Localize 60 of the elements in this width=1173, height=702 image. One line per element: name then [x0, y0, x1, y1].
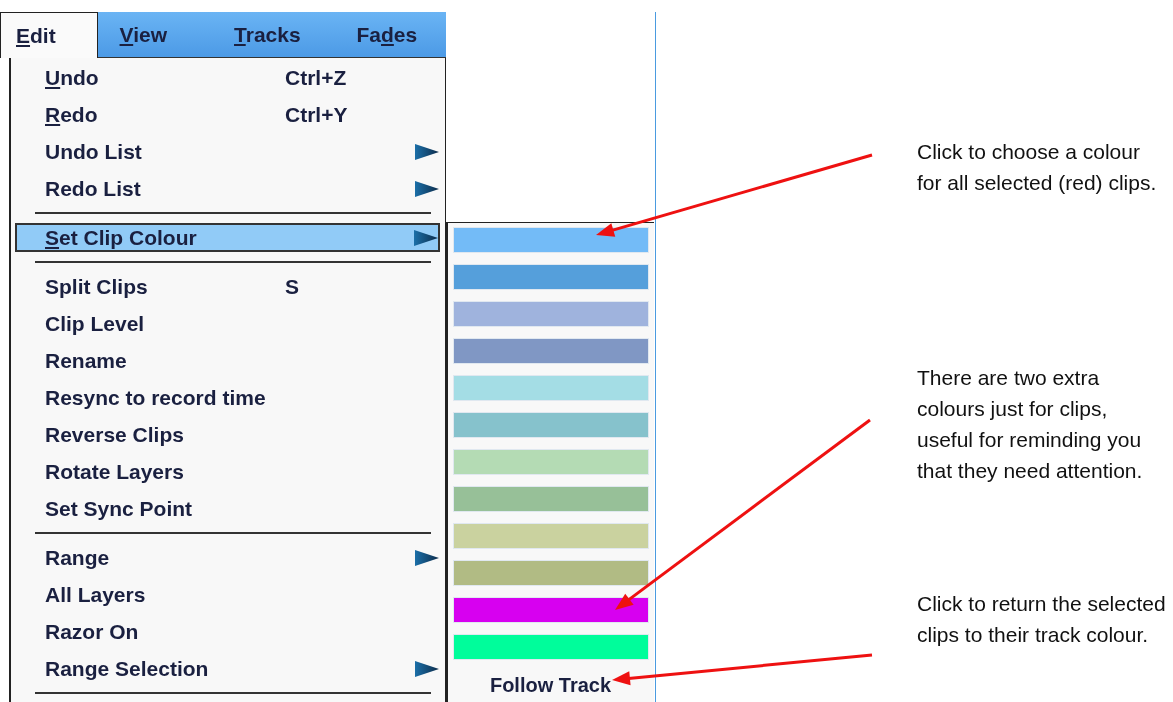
colour-swatch[interactable] — [453, 560, 649, 586]
menu-item-label: Undo List — [45, 139, 142, 164]
submenu-arrow-icon — [415, 660, 439, 677]
menu-item[interactable]: Reverse Clips — [11, 416, 445, 453]
menu-item-label: All Layers — [45, 582, 146, 607]
menu-item-label: Split Clips — [45, 274, 148, 299]
menu-item-label: Razor On — [45, 619, 139, 644]
shortcut-label: Ctrl+Z — [285, 65, 347, 90]
menu-item-label: Range Selection — [45, 656, 209, 681]
menu-item-label: Undo — [45, 65, 99, 90]
menu-item-label: Set Sync Point — [45, 496, 193, 521]
menu-item-label: Rotate Layers — [45, 459, 184, 484]
menu-item[interactable]: Split Clips S — [11, 268, 445, 305]
menu-item-label: Reverse Clips — [45, 422, 184, 447]
colour-swatch[interactable] — [453, 634, 649, 660]
menu-item[interactable]: Razor On — [11, 613, 445, 650]
colour-swatch[interactable] — [453, 264, 649, 290]
colour-swatch[interactable] — [453, 338, 649, 364]
menu-item-label: Redo List — [45, 176, 141, 201]
colour-swatch[interactable] — [453, 227, 649, 253]
follow-track-button[interactable]: Follow Track — [453, 673, 648, 698]
menu-item[interactable]: Undo List — [11, 133, 445, 170]
annotation-text: Click to choose a colour for all selected (red) clips. — [917, 139, 1158, 196]
menu-item[interactable]: Redo List — [11, 170, 445, 207]
colour-swatch[interactable] — [453, 301, 649, 327]
menu-item[interactable]: All Layers — [11, 576, 445, 613]
menu-tab[interactable]: Fades — [326, 12, 446, 57]
menu-item[interactable]: Rotate Layers — [11, 453, 445, 490]
menu-item[interactable]: Range — [11, 539, 445, 576]
menu-item[interactable]: Range Selection — [11, 650, 445, 687]
colour-swatch[interactable] — [453, 375, 649, 401]
shortcut-label: S — [285, 274, 299, 299]
menu-item[interactable]: Rename — [11, 342, 445, 379]
colour-swatch[interactable] — [453, 412, 649, 438]
menu-tab[interactable]: Edit — [0, 12, 98, 58]
menu-item[interactable]: Resync to record time — [11, 379, 445, 416]
menu-item[interactable]: Clip Level — [11, 305, 445, 342]
menu-item[interactable]: Undo Ctrl+Z — [11, 59, 445, 96]
colour-swatch[interactable] — [453, 523, 649, 549]
menu-item-label: Resync to record time — [45, 385, 266, 410]
shortcut-label: Ctrl+Y — [285, 102, 348, 127]
colour-swatch[interactable] — [453, 449, 649, 475]
menu-item-label: Clip Level — [45, 311, 145, 336]
colour-swatch[interactable] — [453, 486, 649, 512]
menu-item-label: Set Clip Colour — [45, 225, 197, 250]
menu-item[interactable]: Set Sync Point — [11, 490, 445, 527]
menu-item[interactable]: Redo Ctrl+Y — [11, 96, 445, 133]
submenu-arrow-icon — [415, 549, 439, 566]
submenu-arrow-icon — [415, 143, 439, 160]
menu-item-label: Redo — [45, 102, 98, 127]
annotation-text: There are two extra colours just for clips, useful for reminding you that they need attention. — [917, 365, 1144, 484]
submenu-arrow-icon — [414, 229, 438, 246]
menu-tab[interactable]: View — [97, 12, 213, 57]
submenu-arrow-icon — [415, 180, 439, 197]
colour-swatch[interactable] — [453, 597, 649, 623]
menu-tab[interactable]: Tracks — [212, 12, 327, 57]
menu-item-label: Range — [45, 545, 110, 570]
annotation-text: Click to return the selected clips to their track colour. — [917, 591, 1167, 648]
menu-item-label: Rename — [45, 348, 127, 373]
menu-item[interactable]: Set Clip Colour — [15, 223, 440, 252]
